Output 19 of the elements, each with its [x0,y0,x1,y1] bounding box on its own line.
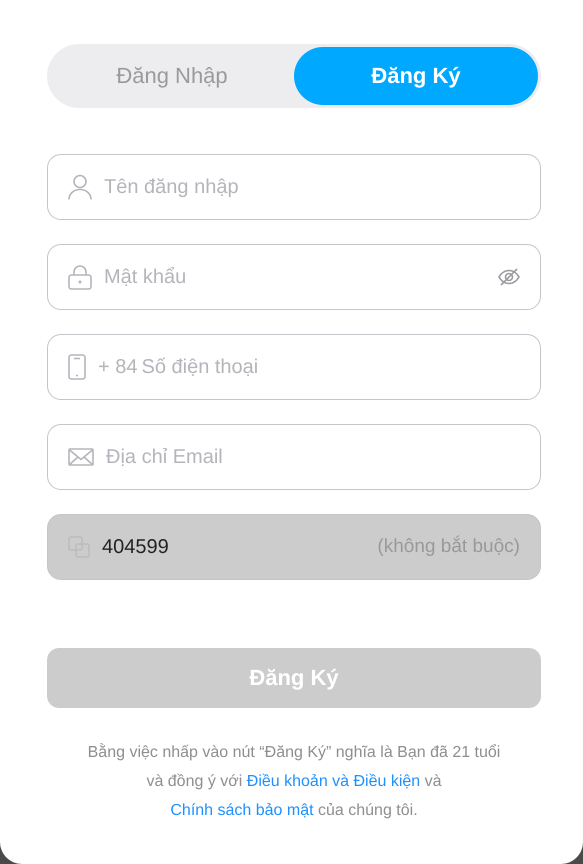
phone-input[interactable]: Số điện thoại [141,356,520,378]
terms-link[interactable]: Chính sách bảo mật [170,802,314,819]
envelope-icon [68,448,94,466]
lock-icon [68,264,92,290]
eye-off-icon[interactable] [498,268,520,286]
phone-icon [68,354,86,380]
terms-text: Bằng việc nhấp vào nút “Đăng Ký” nghĩa là Bạn đã 21 tuổi và đồng ý với Điều khoản và Điều kiện và Chính sách bảo mật của chúng tôi. [86,742,502,821]
tab[interactable]: Đăng Nhập [50,47,294,105]
password-field[interactable]: Mật khẩu [47,244,541,310]
password-input[interactable]: Mật khẩu [104,266,486,288]
tab[interactable]: Đăng Ký [294,47,538,105]
terms-link[interactable]: Điều khoản và Điều kiện [246,773,420,790]
country-code: + 84 [98,356,138,378]
username-field[interactable]: Tên đăng nhập [47,154,541,220]
email-input[interactable]: Địa chỉ Email [106,446,520,468]
username-input[interactable]: Tên đăng nhập [104,176,520,198]
phone-field[interactable]: + 84 Số điện thoại [47,334,541,400]
email-field[interactable]: Địa chỉ Email [47,424,541,490]
user-icon [68,174,92,200]
